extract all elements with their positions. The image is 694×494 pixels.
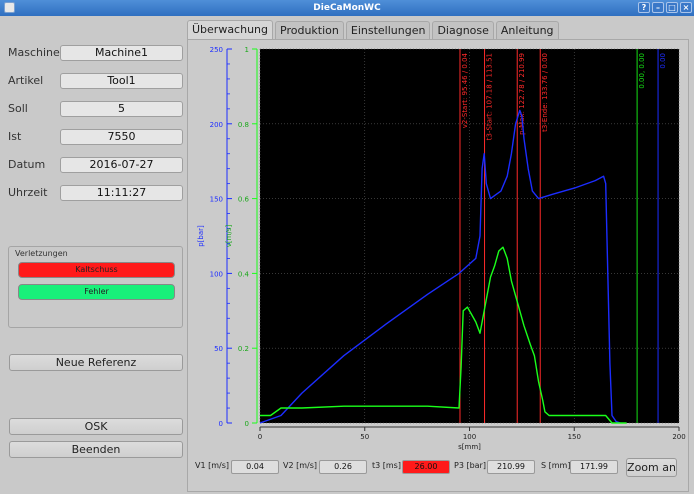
machine-value: Machine1 <box>60 45 183 61</box>
new-reference-button[interactable]: Neue Referenz <box>9 354 183 371</box>
x-axis-tick-label: 100 <box>463 433 476 441</box>
article-label: Artikel <box>8 74 44 87</box>
x-axis-tick-label: 50 <box>360 433 369 441</box>
time-value: 11:11:27 <box>60 185 183 201</box>
quit-button[interactable]: Beenden <box>9 441 183 458</box>
s-value: 171.99 <box>570 460 618 474</box>
close-button[interactable]: × <box>680 2 692 13</box>
actual-label: Ist <box>8 130 22 143</box>
v1-label: V1 [m/s] <box>195 461 230 470</box>
p3-label: P3 [bar] <box>454 461 486 470</box>
left-axis-tick-label: 250 <box>210 46 223 54</box>
v2-value: 0.26 <box>319 460 367 474</box>
x-axis-tick-label: 200 <box>672 433 685 441</box>
tab-manual[interactable]: Anleitung <box>495 21 559 39</box>
tab-bar: Überwachung Produktion Einstellungen Dia… <box>187 20 561 40</box>
x-axis-label: s[mm] <box>458 443 481 451</box>
minimize-button[interactable]: – <box>652 2 664 13</box>
tab-production[interactable]: Produktion <box>275 21 344 39</box>
marker-label: v2-Start: 95.46 / 0.04 <box>461 52 469 128</box>
left-axis-tick-label: 200 <box>210 121 223 129</box>
left-axis-label: p[bar] <box>197 225 205 247</box>
velocity-axis-tick-label: 0 <box>245 420 249 428</box>
t3-label: t3 [ms] <box>372 461 401 470</box>
time-label: Uhrzeit <box>8 186 48 199</box>
tab-settings[interactable]: Einstellungen <box>345 21 431 39</box>
x-axis-tick-label: 150 <box>568 433 581 441</box>
measurements-row: V1 [m/s] 0.04 V2 [m/s] 0.26 t3 [ms] 26.0… <box>191 458 687 478</box>
osk-button[interactable]: OSK <box>9 418 183 435</box>
marker-label: t3-Ende: 133.76 / 0.00 <box>541 53 549 132</box>
left-axis-tick-label: 50 <box>214 345 223 353</box>
date-value: 2016-07-27 <box>60 157 183 173</box>
window-title: DieCaMonWC <box>313 3 381 13</box>
left-axis-tick-label: 100 <box>210 270 223 278</box>
velocity-axis-tick-label: 1 <box>245 46 249 54</box>
left-axis-tick-label: 0 <box>219 420 223 428</box>
tab-monitoring[interactable]: Überwachung <box>187 20 274 40</box>
target-value: 5 <box>60 101 183 117</box>
violations-title: Verletzungen <box>15 249 68 258</box>
velocity-axis-tick-label: 0.8 <box>238 121 249 129</box>
velocity-axis-tick-label: 0.6 <box>238 196 250 204</box>
s-label: S [mm] <box>541 461 571 470</box>
help-button[interactable]: ? <box>638 2 650 13</box>
velocity-axis-tick-label: 0.4 <box>238 270 250 278</box>
left-panel: Maschine Machine1 Artikel Tool1 Soll 5 I… <box>0 16 190 494</box>
machine-label: Maschine <box>8 46 60 59</box>
process-chart: 0 50 100 150 200 250 p[bar] 0 0.2 0.4 0.6 0.8 1 v[m/s… <box>191 44 687 454</box>
v2-label: V2 [m/s] <box>283 461 318 470</box>
velocity-axis-label: v[m/s] <box>225 225 233 248</box>
velocity-axis-tick-label: 0.2 <box>238 345 249 353</box>
target-label: Soll <box>8 102 28 115</box>
violations-group: Verletzungen Kaltschuss Fehler <box>8 246 183 328</box>
violation-error: Fehler <box>18 284 175 300</box>
marker-label: t3-Start: 107.18 / 113.51 <box>486 53 494 140</box>
p3-value: 210.99 <box>487 460 535 474</box>
date-label: Datum <box>8 158 46 171</box>
article-value: Tool1 <box>60 73 183 89</box>
tab-diagnostics[interactable]: Diagnose <box>432 21 494 39</box>
actual-value: 7550 <box>60 129 183 145</box>
marker-label: 0.00 <box>659 53 667 69</box>
maximize-button[interactable]: □ <box>666 2 678 13</box>
marker-label: 0.00, 0.00 <box>638 53 646 89</box>
window-controls: ? – □ × <box>638 2 692 13</box>
app-icon <box>4 2 15 13</box>
left-axis-tick-label: 150 <box>210 196 223 204</box>
zoom-button[interactable]: Zoom an <box>626 458 677 477</box>
violation-cold-shot: Kaltschuss <box>18 262 175 278</box>
v1-value: 0.04 <box>231 460 279 474</box>
t3-value: 26.00 <box>402 460 450 474</box>
window-titlebar: DieCaMonWC ? – □ × <box>0 0 694 16</box>
x-axis-tick-label: 0 <box>258 433 262 441</box>
